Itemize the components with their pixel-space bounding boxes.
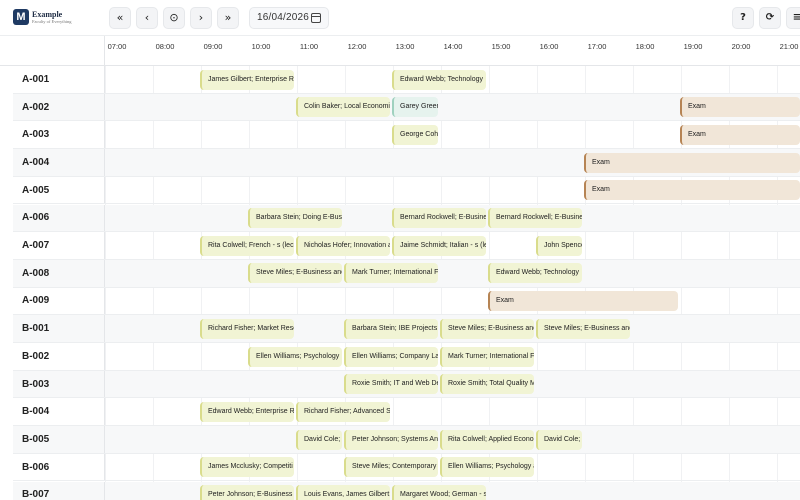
course-event[interactable]: Roxie Smith; IT and Web De xyxy=(344,374,438,395)
course-event[interactable]: Louis Evans, James Gilbert; xyxy=(296,485,390,500)
room-label: B-006 xyxy=(22,461,50,473)
room-label: A-001 xyxy=(22,73,50,85)
hour-label: 15:00 xyxy=(491,42,511,51)
hour-label: 21:00 xyxy=(779,42,799,51)
course-event[interactable]: Rita Colwell; French - s (lec xyxy=(200,235,294,256)
course-event[interactable]: James Gilbert; Enterprise Re xyxy=(200,69,294,90)
room-label: B-005 xyxy=(22,433,50,445)
last-page-button[interactable]: » xyxy=(217,7,239,29)
course-event[interactable]: Richard Fisher; Market Rese xyxy=(200,318,294,339)
course-event[interactable]: Steve Miles; E-Business and xyxy=(440,318,534,339)
time-header: 07:00 08:00 09:00 10:00 11:00 12:00 13:00 14:00… xyxy=(0,36,800,66)
hour-label: 13:00 xyxy=(395,42,415,51)
room-label: A-007 xyxy=(22,240,50,252)
course-event[interactable]: Ellen Williams; Psychology a xyxy=(440,457,534,478)
previous-day-button[interactable]: ‹ xyxy=(136,7,158,29)
course-event[interactable]: David Cole; F xyxy=(296,429,342,450)
room-label: A-003 xyxy=(22,129,50,141)
course-event[interactable]: Peter Johnson; E-Business xyxy=(200,485,294,500)
hour-label: 17:00 xyxy=(587,42,607,51)
course-event[interactable]: John Spence xyxy=(536,235,582,256)
exam-event[interactable]: Exam xyxy=(680,97,800,118)
course-event[interactable]: Jaime Schmidt; Italian - s (le xyxy=(392,235,486,256)
course-event[interactable]: Steve Miles; E-Business and xyxy=(536,318,630,339)
date-picker[interactable]: 16/04/2026 xyxy=(249,7,329,29)
hour-label: 10:00 xyxy=(251,42,271,51)
room-label: A-008 xyxy=(22,267,50,279)
help-button[interactable]: ? xyxy=(732,7,754,29)
course-event[interactable]: Bernard Rockwell; E-Busine xyxy=(392,208,486,228)
course-event[interactable]: Mark Turner; International F xyxy=(344,263,438,284)
logo-icon: M xyxy=(13,9,29,25)
room-label: A-004 xyxy=(22,156,50,168)
room-label: B-001 xyxy=(22,323,50,335)
room-label: B-004 xyxy=(22,406,50,418)
course-event[interactable]: George Cohe xyxy=(392,124,438,145)
hour-label: 16:00 xyxy=(539,42,559,51)
next-day-button[interactable]: › xyxy=(190,7,212,29)
hour-label: 07:00 xyxy=(107,42,127,51)
hour-label: 18:00 xyxy=(635,42,655,51)
room-label: A-006 xyxy=(22,212,50,224)
course-event[interactable]: Barbara Stein; IBE Projects xyxy=(344,318,438,339)
course-event[interactable]: Rita Colwell; Applied Econo xyxy=(440,429,534,450)
course-event[interactable]: Bernard Rockwell; E-Busine xyxy=(488,208,582,228)
room-label: A-009 xyxy=(22,295,50,307)
course-event[interactable]: Steve Miles; E-Business and xyxy=(248,263,342,284)
exam-event[interactable]: Exam xyxy=(584,180,800,201)
room-label: A-002 xyxy=(22,101,50,113)
course-event[interactable]: Edward Webb; Technology xyxy=(392,69,486,90)
room-row: A-009 xyxy=(13,287,800,316)
course-event[interactable]: Richard Fisher; Advanced S xyxy=(296,401,390,422)
room-row: B-004 xyxy=(13,398,800,427)
course-event[interactable]: Steve Miles; Contemporary xyxy=(344,457,438,478)
course-event[interactable]: Edward Webb; Technology xyxy=(488,263,582,284)
course-event[interactable]: Ellen Williams; Psychology xyxy=(248,346,342,367)
refresh-button[interactable]: ⟳ xyxy=(759,7,781,29)
room-label: B-002 xyxy=(22,350,50,362)
exam-event[interactable]: Exam xyxy=(488,291,678,312)
hour-label: 09:00 xyxy=(203,42,223,51)
top-bar: M Example Faculty of Everything « ‹ ⊙ › … xyxy=(0,0,800,36)
course-event[interactable]: Colin Baker; Local Economic xyxy=(296,97,390,118)
calendar-icon[interactable] xyxy=(311,13,321,23)
first-page-button[interactable]: « xyxy=(109,7,131,29)
course-event[interactable]: Barbara Stein; Doing E-Busi xyxy=(248,208,342,228)
hour-label: 08:00 xyxy=(155,42,175,51)
room-label: B-003 xyxy=(22,378,50,390)
course-event[interactable]: Nicholas Hofer; Innovation a xyxy=(296,235,390,256)
course-event[interactable]: Mark Turner; International F xyxy=(440,346,534,367)
course-event[interactable]: David Cole; F xyxy=(536,429,582,450)
course-event[interactable]: Margaret Wood; German - s xyxy=(392,485,486,500)
date-value: 16/04/2026 xyxy=(257,12,310,23)
exam-event[interactable]: Exam xyxy=(680,124,800,145)
hour-label: 14:00 xyxy=(443,42,463,51)
course-event[interactable]: Edward Webb; Enterprise Re xyxy=(200,401,294,422)
hour-label: 12:00 xyxy=(347,42,367,51)
course-event[interactable]: Ellen Williams; Company La xyxy=(344,346,438,367)
hour-label: 20:00 xyxy=(731,42,751,51)
room-label: B-007 xyxy=(22,489,50,500)
exam-event[interactable]: Exam xyxy=(584,152,800,173)
today-button[interactable]: ⊙ xyxy=(163,7,185,29)
schedule-grid: A-001 James Gilbert; Enterprise Re Edward … xyxy=(0,66,800,500)
course-event[interactable]: Roxie Smith; Total Quality M xyxy=(440,374,534,395)
course-event[interactable]: Garey Greene xyxy=(392,97,438,118)
app-title: Example xyxy=(32,10,63,19)
header-corner xyxy=(13,36,105,66)
app-subtitle: Faculty of Everything xyxy=(32,19,72,24)
room-label: A-005 xyxy=(22,184,50,196)
hour-label: 11:00 xyxy=(299,42,319,51)
hour-label: 19:00 xyxy=(683,42,703,51)
course-event[interactable]: Peter Johnson; Systems An xyxy=(344,429,438,450)
menu-button[interactable]: ≡ xyxy=(786,7,800,29)
course-event[interactable]: James Mcclusky; Competiti xyxy=(200,457,294,478)
